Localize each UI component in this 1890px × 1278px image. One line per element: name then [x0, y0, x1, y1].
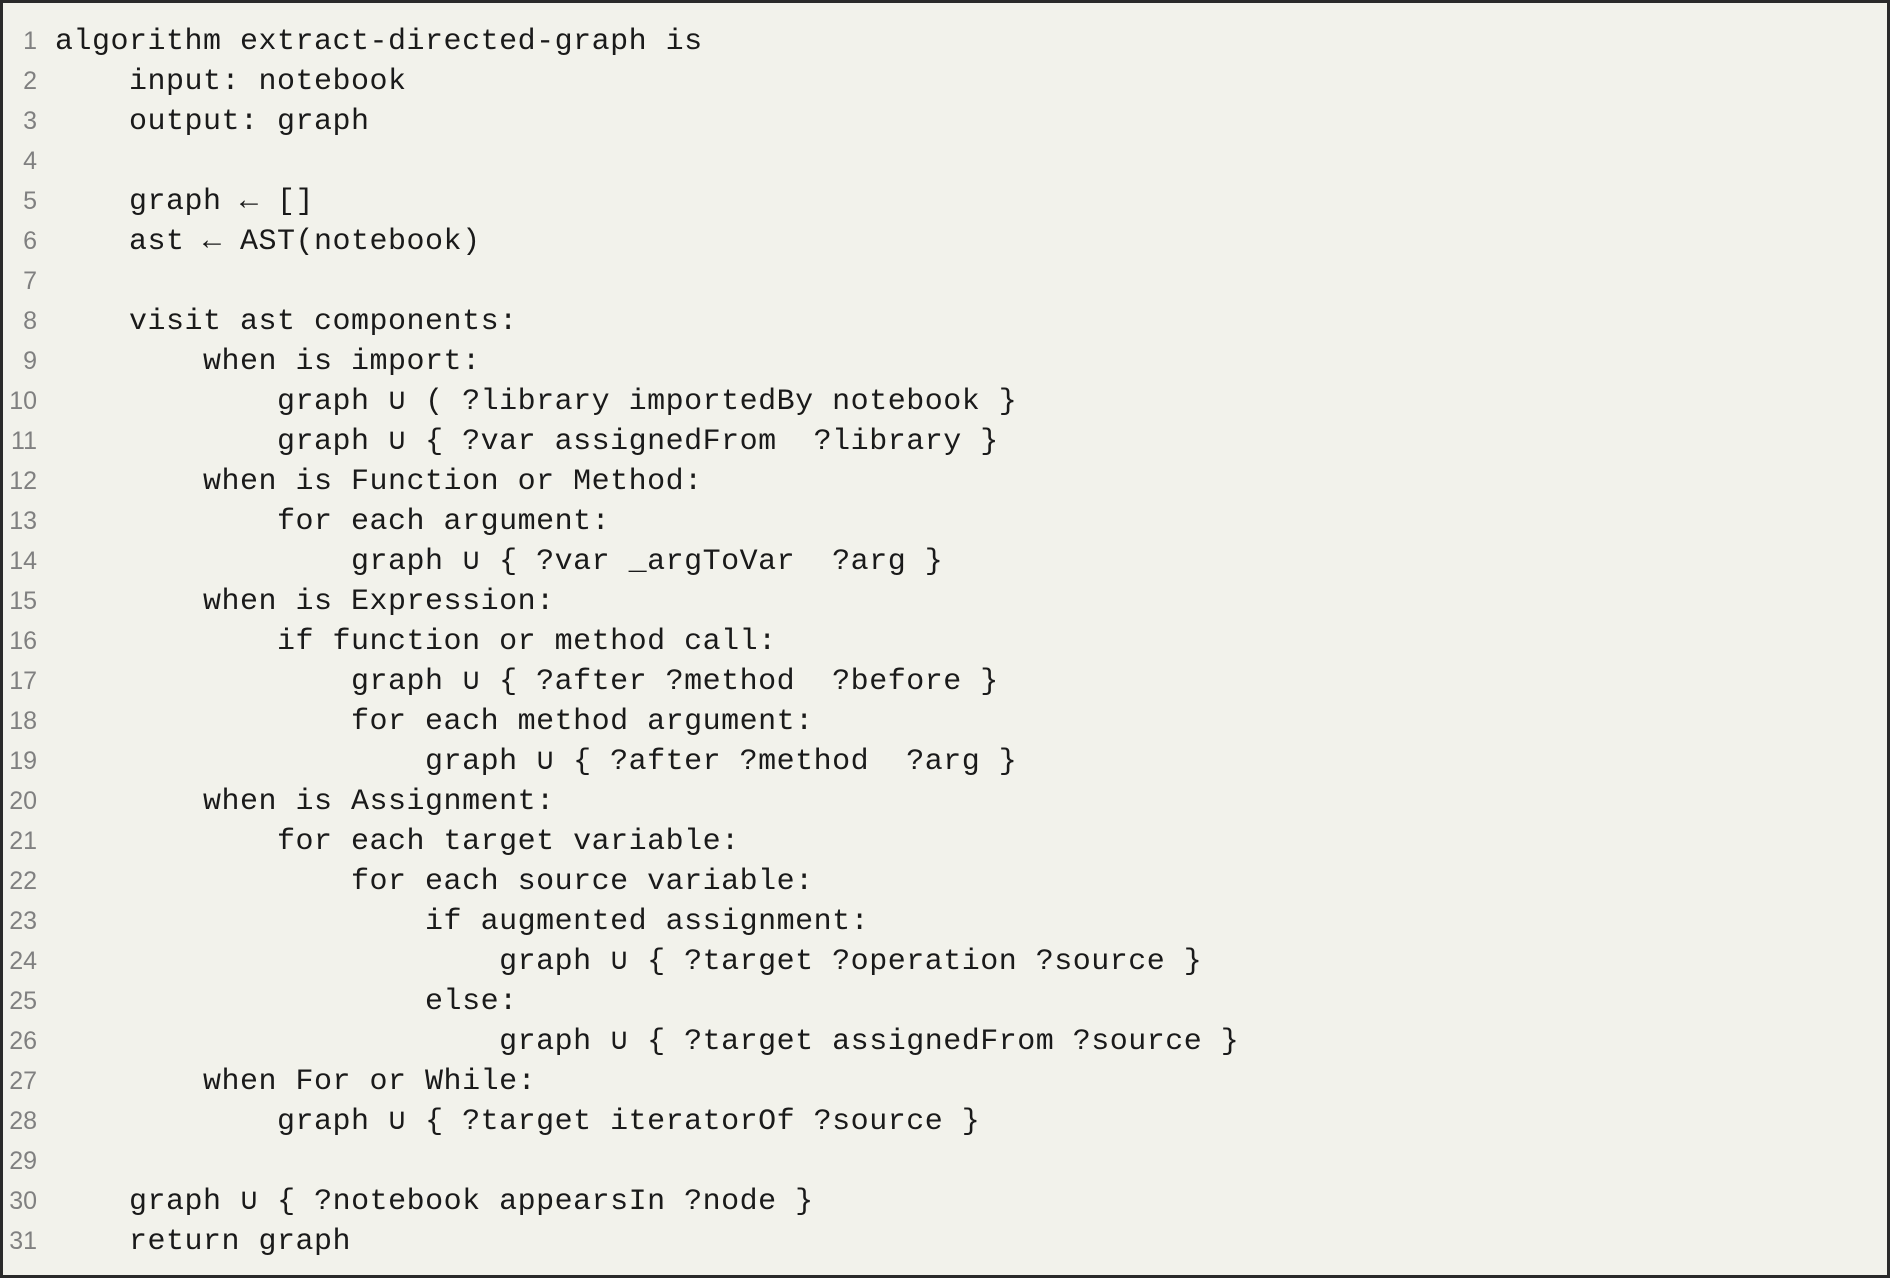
code-line: 3 output: graph — [3, 101, 1887, 141]
code-line: 8 visit ast components: — [3, 301, 1887, 341]
line-content: graph ∪ { ?var assignedFrom ?library } — [55, 422, 999, 462]
line-number: 3 — [3, 101, 55, 141]
pseudocode-listing: 1algorithm extract-directed-graph is2 in… — [0, 0, 1890, 1278]
line-content: graph ∪ { ?target ?operation ?source } — [55, 942, 1202, 982]
line-content: when is Expression: — [55, 582, 555, 622]
code-line: 18 for each method argument: — [3, 701, 1887, 741]
line-content: visit ast components: — [55, 302, 518, 342]
line-number: 1 — [3, 21, 55, 61]
line-number: 30 — [3, 1181, 55, 1221]
code-line: 11 graph ∪ { ?var assignedFrom ?library … — [3, 421, 1887, 461]
line-content: input: notebook — [55, 62, 407, 102]
line-content: graph ∪ { ?after ?method ?arg } — [55, 742, 1017, 782]
line-number: 11 — [3, 421, 55, 461]
line-number: 10 — [3, 381, 55, 421]
code-line: 23 if augmented assignment: — [3, 901, 1887, 941]
code-line: 2 input: notebook — [3, 61, 1887, 101]
code-line: 29 — [3, 1141, 1887, 1181]
code-line: 1algorithm extract-directed-graph is — [3, 21, 1887, 61]
line-content: for each argument: — [55, 502, 610, 542]
code-line: 26 graph ∪ { ?target assignedFrom ?sourc… — [3, 1021, 1887, 1061]
code-line: 5 graph ← [] — [3, 181, 1887, 221]
code-line: 31 return graph — [3, 1221, 1887, 1261]
line-content: graph ∪ ( ?library importedBy notebook } — [55, 382, 1017, 422]
line-number: 28 — [3, 1101, 55, 1141]
line-number: 31 — [3, 1221, 55, 1261]
code-line: 9 when is import: — [3, 341, 1887, 381]
code-line: 15 when is Expression: — [3, 581, 1887, 621]
line-number: 29 — [3, 1141, 55, 1181]
line-content: for each source variable: — [55, 862, 814, 902]
line-number: 2 — [3, 61, 55, 101]
code-line: 16 if function or method call: — [3, 621, 1887, 661]
line-number: 22 — [3, 861, 55, 901]
line-number: 16 — [3, 621, 55, 661]
code-line: 13 for each argument: — [3, 501, 1887, 541]
code-line: 25 else: — [3, 981, 1887, 1021]
line-content: return graph — [55, 1222, 351, 1262]
code-line: 30 graph ∪ { ?notebook appearsIn ?node } — [3, 1181, 1887, 1221]
line-content: output: graph — [55, 102, 370, 142]
code-line: 10 graph ∪ ( ?library importedBy noteboo… — [3, 381, 1887, 421]
line-number: 25 — [3, 981, 55, 1021]
code-line: 4 — [3, 141, 1887, 181]
line-number: 20 — [3, 781, 55, 821]
code-line: 7 — [3, 261, 1887, 301]
line-number: 23 — [3, 901, 55, 941]
code-line: 22 for each source variable: — [3, 861, 1887, 901]
code-line: 17 graph ∪ { ?after ?method ?before } — [3, 661, 1887, 701]
code-line: 14 graph ∪ { ?var _argToVar ?arg } — [3, 541, 1887, 581]
code-line: 24 graph ∪ { ?target ?operation ?source … — [3, 941, 1887, 981]
line-number: 6 — [3, 221, 55, 261]
line-content: if augmented assignment: — [55, 902, 869, 942]
line-number: 17 — [3, 661, 55, 701]
code-line: 6 ast ← AST(notebook) — [3, 221, 1887, 261]
line-number: 9 — [3, 341, 55, 381]
code-line: 19 graph ∪ { ?after ?method ?arg } — [3, 741, 1887, 781]
line-number: 24 — [3, 941, 55, 981]
line-number: 27 — [3, 1061, 55, 1101]
line-content: graph ∪ { ?notebook appearsIn ?node } — [55, 1182, 814, 1222]
line-content: graph ∪ { ?var _argToVar ?arg } — [55, 542, 943, 582]
code-line: 21 for each target variable: — [3, 821, 1887, 861]
line-number: 13 — [3, 501, 55, 541]
line-content: else: — [55, 982, 518, 1022]
line-number: 18 — [3, 701, 55, 741]
line-content: graph ∪ { ?target assignedFrom ?source } — [55, 1022, 1239, 1062]
line-number: 4 — [3, 141, 55, 181]
line-number: 19 — [3, 741, 55, 781]
line-number: 8 — [3, 301, 55, 341]
line-number: 26 — [3, 1021, 55, 1061]
line-content: ast ← AST(notebook) — [55, 222, 481, 262]
line-number: 21 — [3, 821, 55, 861]
line-number: 12 — [3, 461, 55, 501]
line-content: graph ∪ { ?after ?method ?before } — [55, 662, 999, 702]
line-number: 5 — [3, 181, 55, 221]
line-number: 14 — [3, 541, 55, 581]
line-number: 7 — [3, 261, 55, 301]
line-content: for each method argument: — [55, 702, 814, 742]
line-content: if function or method call: — [55, 622, 777, 662]
line-content: graph ∪ { ?target iteratorOf ?source } — [55, 1102, 980, 1142]
line-content: when is Function or Method: — [55, 462, 703, 502]
line-content: algorithm extract-directed-graph is — [55, 22, 703, 62]
code-line: 28 graph ∪ { ?target iteratorOf ?source … — [3, 1101, 1887, 1141]
line-content: when For or While: — [55, 1062, 536, 1102]
line-number: 15 — [3, 581, 55, 621]
code-line: 12 when is Function or Method: — [3, 461, 1887, 501]
line-content: graph ← [] — [55, 182, 314, 222]
code-line: 27 when For or While: — [3, 1061, 1887, 1101]
code-line: 20 when is Assignment: — [3, 781, 1887, 821]
line-content: for each target variable: — [55, 822, 740, 862]
line-content: when is Assignment: — [55, 782, 555, 822]
line-content: when is import: — [55, 342, 481, 382]
